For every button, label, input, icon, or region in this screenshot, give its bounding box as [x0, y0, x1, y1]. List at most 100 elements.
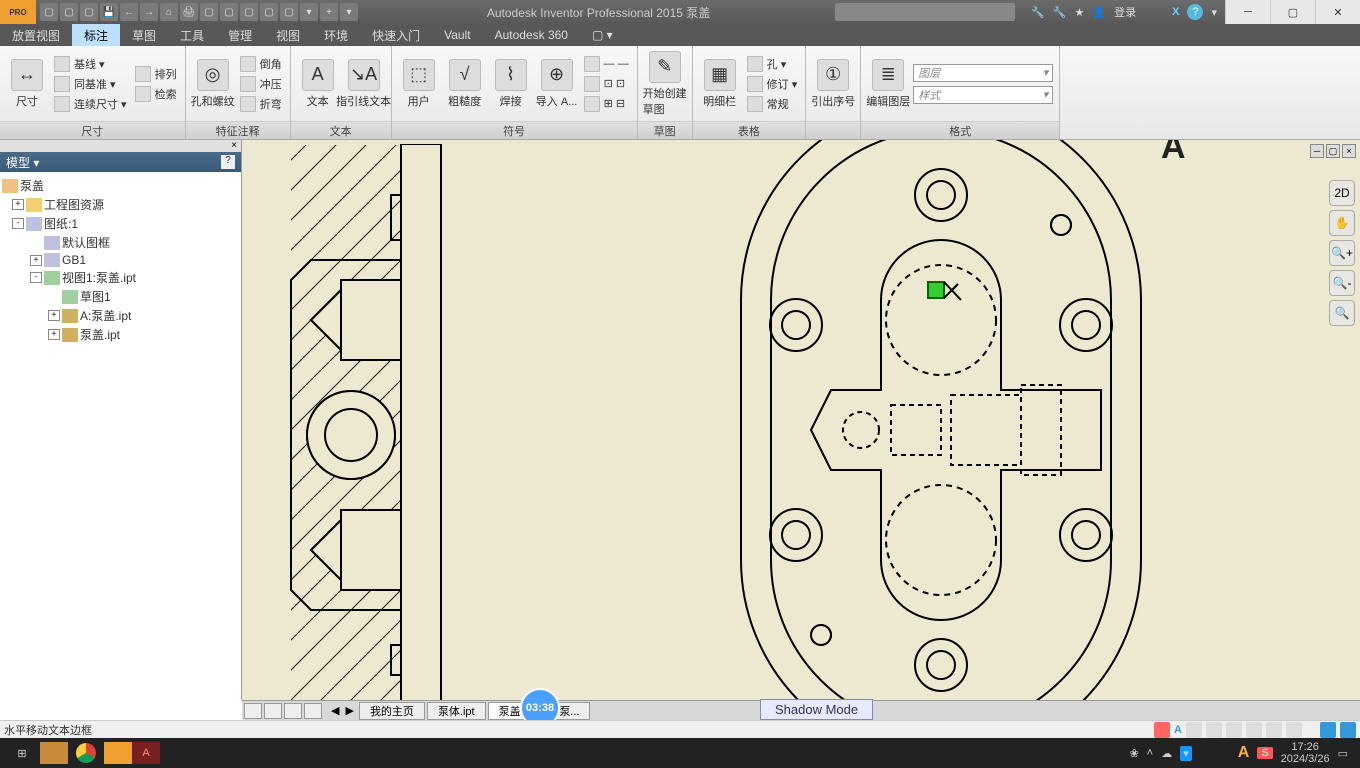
tree-root[interactable]: 泵盖	[2, 176, 239, 195]
explorer-icon[interactable]	[40, 742, 68, 764]
tab-nav-0[interactable]: ◀	[328, 704, 342, 717]
tree-node-0[interactable]: +工程图资源	[2, 195, 239, 214]
ribbon-btn-7-0[interactable]: ≣编辑图层	[867, 57, 909, 111]
ribbon-small-0-2-0[interactable]: 排列	[133, 65, 179, 83]
ribbon-small-0-1-2[interactable]: 连续尺寸 ▾	[52, 95, 129, 113]
qat-button-7[interactable]: 🖨	[180, 3, 198, 21]
menu-tab-1[interactable]: 标注	[72, 24, 120, 46]
ribbon-small-5-1-0[interactable]: 孔 ▾	[745, 55, 800, 73]
tree-node-7[interactable]: +泵盖.ipt	[2, 325, 239, 344]
notification-icon[interactable]: ▭	[1338, 747, 1348, 760]
key-icon[interactable]: 🔧	[1031, 6, 1045, 19]
dropdown-icon[interactable]: ▾	[1211, 6, 1217, 19]
qat-button-5[interactable]: →	[140, 3, 158, 21]
ribbon-small-5-1-1[interactable]: 修订 ▾	[745, 75, 800, 93]
login-label[interactable]: 登录	[1114, 4, 1136, 20]
ribbon-btn-2-0[interactable]: A文本	[297, 57, 339, 111]
panel-close-bar[interactable]: ×	[0, 140, 241, 152]
expand-icon[interactable]: -	[12, 218, 24, 229]
qat-button-6[interactable]: ⌂	[160, 3, 178, 21]
btab-icon-2[interactable]	[284, 703, 302, 719]
btab-icon-0[interactable]	[244, 703, 262, 719]
ribbon-btn-1-0[interactable]: ◎孔和螺纹	[192, 57, 234, 111]
status-icon-4[interactable]	[1246, 722, 1262, 738]
status-icon-7[interactable]	[1320, 722, 1336, 738]
nav-btn-3[interactable]: 🔍-	[1329, 270, 1355, 296]
qat-button-10[interactable]: ▢	[240, 3, 258, 21]
x-icon[interactable]: X	[1172, 6, 1179, 18]
qat-button-3[interactable]: 💾	[100, 3, 118, 21]
menu-tab-10[interactable]: ▢ ▾	[580, 24, 625, 46]
ime-s-icon[interactable]: S	[1257, 747, 1272, 759]
expand-icon[interactable]: +	[48, 329, 60, 340]
menu-tab-8[interactable]: Vault	[432, 24, 482, 46]
canvas-min-icon[interactable]: ─	[1310, 144, 1324, 158]
ribbon-small-0-1-0[interactable]: 基线 ▾	[52, 55, 129, 73]
qat-button-11[interactable]: ▢	[260, 3, 278, 21]
menu-tab-0[interactable]: 放置视图	[0, 24, 72, 46]
doc-tab-0[interactable]: 我的主页	[359, 702, 425, 720]
ribbon-small-1-1-1[interactable]: 冲压	[238, 75, 284, 93]
tray-up-icon[interactable]: ˄	[1147, 747, 1153, 759]
ribbon-small-3-4-1[interactable]: ⊡ ⊡	[582, 75, 631, 93]
ribbon-btn-3-2[interactable]: ⌇焊接	[490, 57, 532, 111]
status-icon-5[interactable]	[1266, 722, 1282, 738]
doc-tab-1[interactable]: 泵体.ipt	[427, 702, 486, 720]
panel-help-icon[interactable]: ?	[221, 155, 235, 169]
model-tree[interactable]: 泵盖+工程图资源-图纸:1默认图框+GB1-视图1:泵盖.ipt草图1+A:泵盖…	[0, 172, 241, 700]
status-letter-a[interactable]: A	[1174, 724, 1182, 736]
nav-btn-4[interactable]: 🔍	[1329, 300, 1355, 326]
status-icon-s[interactable]	[1154, 722, 1170, 738]
status-icon-2[interactable]	[1206, 722, 1222, 738]
qat-button-0[interactable]: ▢	[40, 3, 58, 21]
menu-tab-7[interactable]: 快速入门	[360, 24, 432, 46]
inventor-task-icon[interactable]	[104, 742, 132, 764]
ribbon-small-1-1-2[interactable]: 折弯	[238, 95, 284, 113]
menu-tab-5[interactable]: 视图	[264, 24, 312, 46]
ribbon-btn-4-0[interactable]: ✎开始创建 草图	[644, 49, 686, 119]
tree-node-5[interactable]: 草图1	[2, 287, 239, 306]
btab-icon-1[interactable]	[264, 703, 282, 719]
tab-nav-1[interactable]: ▶	[342, 704, 356, 717]
tree-node-1[interactable]: -图纸:1	[2, 214, 239, 233]
qat-button-8[interactable]: ▢	[200, 3, 218, 21]
tray-icon-1[interactable]: ❀	[1130, 747, 1139, 760]
ribbon-btn-3-1[interactable]: √粗糙度	[444, 57, 486, 111]
nav-btn-1[interactable]: ✋	[1329, 210, 1355, 236]
menu-tab-3[interactable]: 工具	[168, 24, 216, 46]
btab-icon-3[interactable]	[304, 703, 322, 719]
expand-icon[interactable]: -	[30, 272, 42, 283]
start-button[interactable]: ⊞	[4, 739, 40, 767]
close-button[interactable]: ✕	[1315, 0, 1360, 24]
menu-tab-6[interactable]: 环境	[312, 24, 360, 46]
user-icon[interactable]: 👤	[1092, 6, 1106, 19]
tree-node-2[interactable]: 默认图框	[2, 233, 239, 252]
taskbar-clock[interactable]: 17:26 2024/3/26	[1281, 741, 1330, 765]
status-icon-6[interactable]	[1286, 722, 1302, 738]
ribbon-btn-3-3[interactable]: ⊕导入 A...	[536, 57, 578, 111]
ribbon-btn-6-0[interactable]: ①引出序号	[812, 57, 854, 111]
qat-button-2[interactable]: ▢	[80, 3, 98, 21]
ribbon-btn-5-0[interactable]: ▦明细栏	[699, 57, 741, 111]
ribbon-btn-3-0[interactable]: ⬚用户	[398, 57, 440, 111]
search-input[interactable]	[835, 3, 1015, 21]
ribbon-combo-0[interactable]: 图层▾	[913, 64, 1053, 82]
qat-button-12[interactable]: ▢	[280, 3, 298, 21]
ime-a-icon[interactable]: A	[1238, 744, 1250, 762]
status-icon-1[interactable]	[1186, 722, 1202, 738]
ribbon-small-1-1-0[interactable]: 倒角	[238, 55, 284, 73]
chrome-icon[interactable]	[68, 739, 104, 767]
star-icon[interactable]: ★	[1075, 6, 1085, 19]
ribbon-btn-0-0[interactable]: ↔尺寸	[6, 57, 48, 111]
canvas-max-icon[interactable]: ▢	[1326, 144, 1340, 158]
tree-node-4[interactable]: -视图1:泵盖.ipt	[2, 268, 239, 287]
canvas-close-icon[interactable]: ×	[1342, 144, 1356, 158]
drawing-canvas[interactable]: ─ ▢ × 2D✋🔍+🔍-🔍 A	[242, 140, 1360, 700]
ribbon-small-0-2-1[interactable]: 检索	[133, 85, 179, 103]
status-icon-8[interactable]	[1340, 722, 1356, 738]
expand-icon[interactable]: +	[48, 310, 60, 321]
ribbon-combo-1[interactable]: 样式▾	[913, 86, 1053, 104]
qat-button-4[interactable]: ←	[120, 3, 138, 21]
tree-node-6[interactable]: +A:泵盖.ipt	[2, 306, 239, 325]
menu-tab-4[interactable]: 管理	[216, 24, 264, 46]
